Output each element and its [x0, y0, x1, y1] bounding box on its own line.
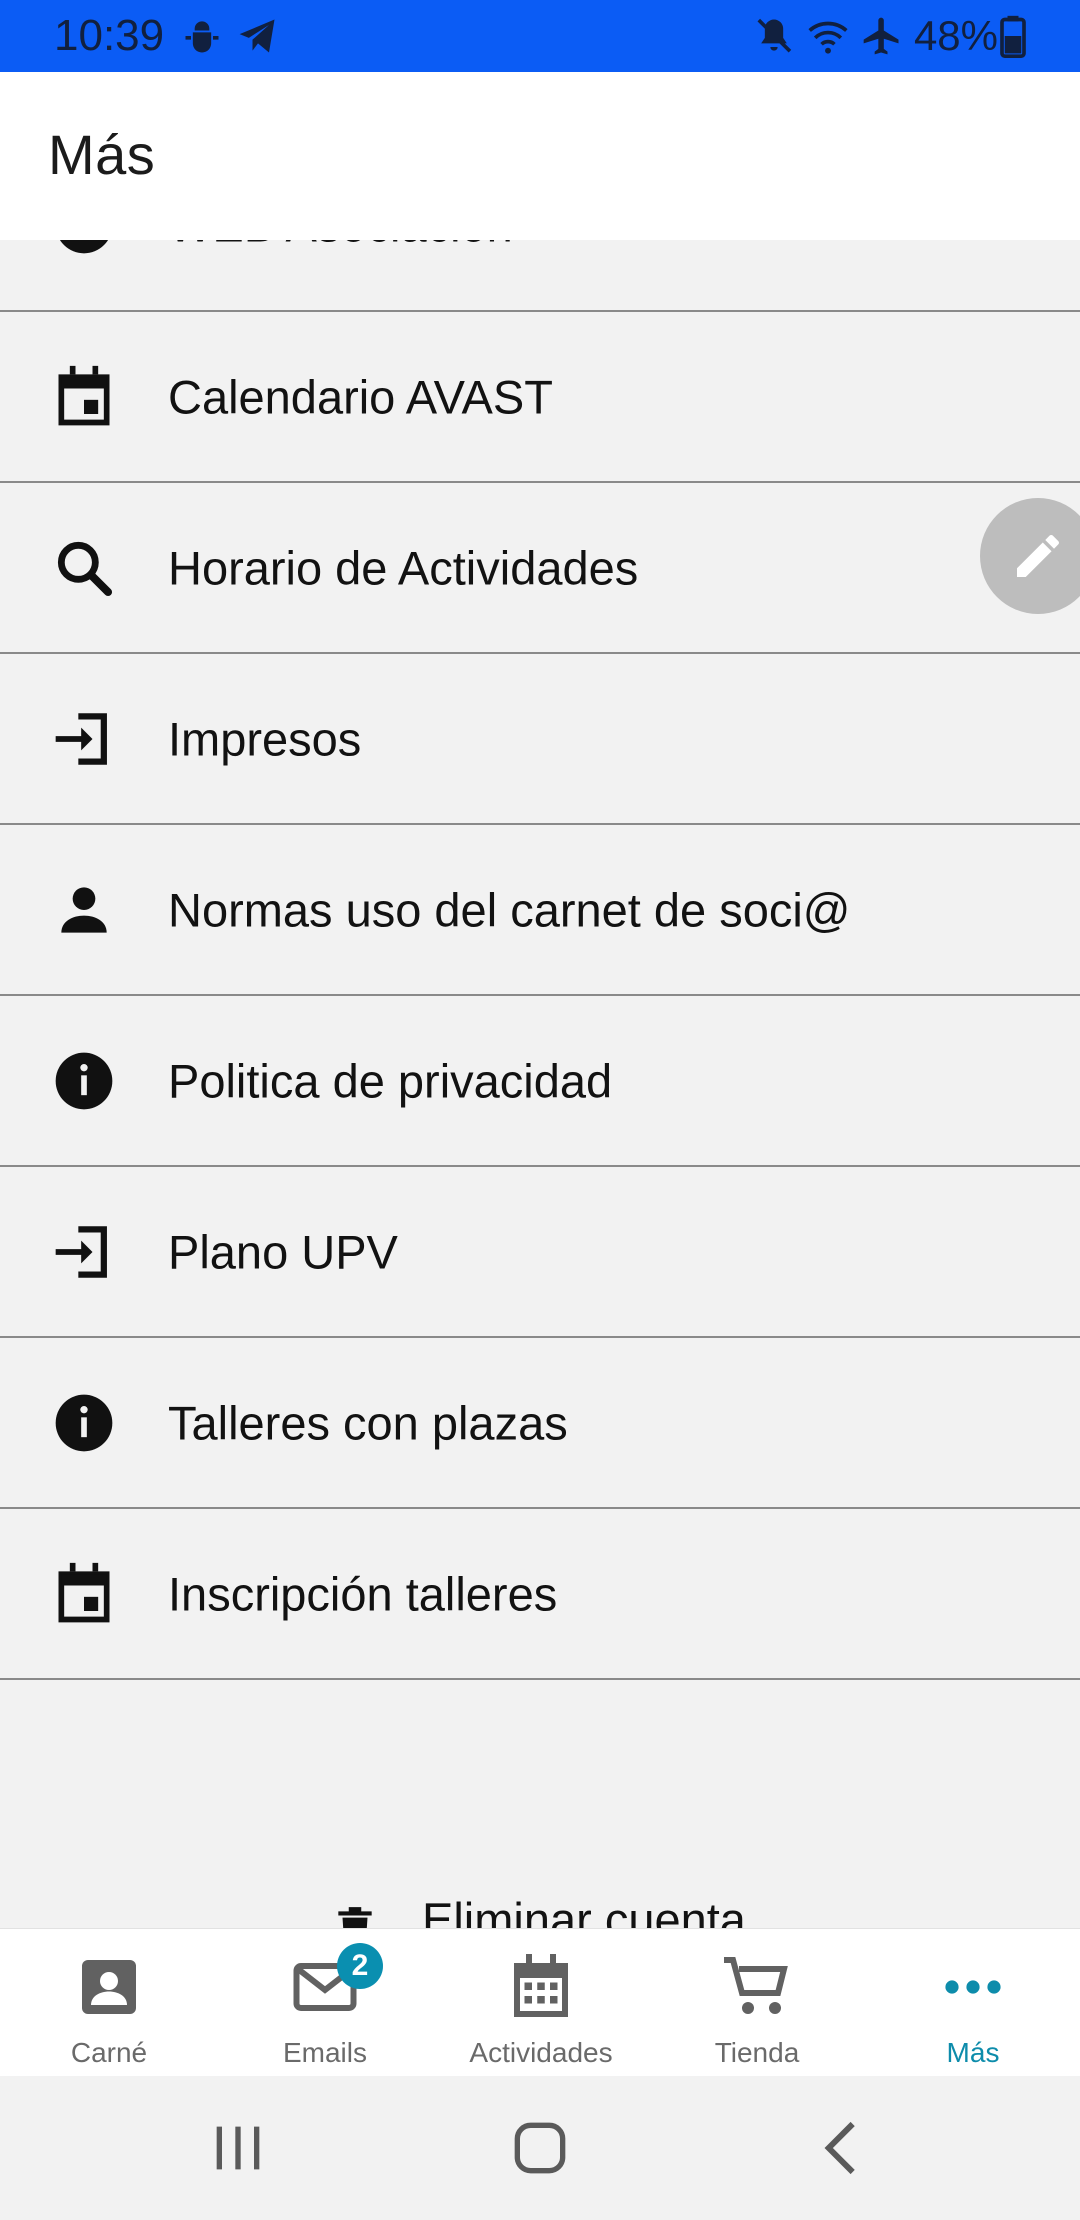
- nav-mas[interactable]: Más: [865, 1929, 1080, 2077]
- mute-icon: [757, 18, 792, 53]
- nav-label: Más: [946, 2037, 1000, 2068]
- page-title: Más: [48, 123, 156, 186]
- recent-apps-icon[interactable]: [206, 2116, 270, 2180]
- search-icon: [57, 541, 113, 596]
- menu-list: WEB Asociación Calendario AVAST Horario …: [0, 140, 1080, 1930]
- list-item-label: Impresos: [168, 712, 362, 765]
- battery-icon: [1000, 15, 1026, 58]
- nav-label: Carné: [70, 2037, 148, 2068]
- list-item-normas[interactable]: Normas uso del carnet de soci@: [0, 825, 1080, 996]
- status-bar: 10:39 48%: [0, 0, 1080, 72]
- calendar-icon: [58, 1562, 110, 1622]
- info-icon: [55, 1394, 113, 1451]
- airplane-icon: [863, 17, 899, 55]
- list-item-label: Inscripción talleres: [168, 1567, 558, 1620]
- list-item-plano-upv[interactable]: Plano UPV: [0, 1167, 1080, 1338]
- list-item-privacidad[interactable]: Politica de privacidad: [0, 996, 1080, 1167]
- list-item-calendario[interactable]: Calendario AVAST: [0, 312, 1080, 483]
- nav-label: Actividades: [469, 2037, 613, 2068]
- nav-tienda[interactable]: Tienda: [649, 1929, 865, 2077]
- home-icon[interactable]: [508, 2116, 572, 2180]
- id-card-icon: [82, 1960, 136, 2014]
- list-item-inscripcion[interactable]: Inscripción talleres: [0, 1509, 1080, 1680]
- wifi-icon: [808, 21, 848, 54]
- nav-label: Emails: [282, 2037, 367, 2068]
- nav-actividades[interactable]: Actividades: [433, 1929, 649, 2077]
- list-item-label: Normas uso del carnet de soci@: [168, 883, 851, 936]
- email-count-badge: 2: [337, 1943, 383, 1989]
- bottom-nav: Carné 2 Emails Actividades Tienda Más: [0, 1928, 1080, 2076]
- status-time: 10:39: [54, 11, 165, 60]
- calendar-grid-icon: [514, 1954, 568, 2017]
- telegram-icon: [239, 19, 275, 53]
- list-item-label: Calendario AVAST: [168, 370, 553, 423]
- cart-icon: [724, 1957, 788, 2014]
- person-icon: [61, 886, 107, 933]
- list-item-label: Politica de privacidad: [168, 1054, 613, 1107]
- edit-icon: [1017, 534, 1059, 577]
- battery-percent: 48%: [913, 12, 998, 59]
- app-bar: Más: [0, 72, 1080, 240]
- back-icon[interactable]: [810, 2116, 874, 2180]
- list-item-label: Plano UPV: [168, 1225, 398, 1278]
- login-icon: [55, 712, 107, 765]
- nav-label: Tienda: [714, 2037, 800, 2068]
- list-item-label: Talleres con plazas: [168, 1396, 568, 1449]
- more-icon: [945, 1980, 1001, 1994]
- list-item-horario[interactable]: Horario de Actividades: [0, 483, 1080, 654]
- system-nav-bar: [0, 2076, 1080, 2220]
- login-icon: [55, 1225, 107, 1278]
- list-item-impresos[interactable]: Impresos: [0, 654, 1080, 825]
- list-item-talleres-plazas[interactable]: Talleres con plazas: [0, 1338, 1080, 1509]
- android-debug-icon: [185, 21, 219, 53]
- nav-carne[interactable]: Carné: [1, 1929, 217, 2077]
- info-icon: [55, 1052, 113, 1109]
- calendar-icon: [58, 365, 110, 425]
- nav-emails[interactable]: 2 Emails: [217, 1929, 433, 2077]
- list-item-label: Horario de Actividades: [168, 541, 639, 594]
